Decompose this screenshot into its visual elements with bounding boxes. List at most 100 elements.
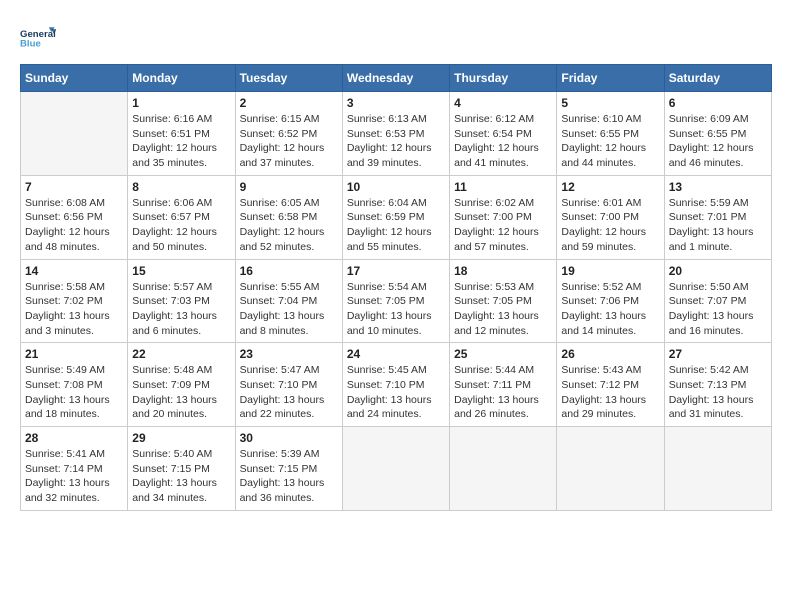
calendar-cell: 20 Sunrise: 5:50 AM Sunset: 7:07 PM Dayl… xyxy=(664,259,771,343)
calendar-cell: 4 Sunrise: 6:12 AM Sunset: 6:54 PM Dayli… xyxy=(450,92,557,176)
calendar-cell xyxy=(664,427,771,511)
day-info: Sunrise: 5:55 AM Sunset: 7:04 PM Dayligh… xyxy=(240,280,338,339)
day-info: Sunrise: 5:59 AM Sunset: 7:01 PM Dayligh… xyxy=(669,196,767,255)
calendar-cell: 5 Sunrise: 6:10 AM Sunset: 6:55 PM Dayli… xyxy=(557,92,664,176)
day-number: 4 xyxy=(454,96,552,110)
day-number: 24 xyxy=(347,347,445,361)
day-number: 27 xyxy=(669,347,767,361)
calendar-cell: 26 Sunrise: 5:43 AM Sunset: 7:12 PM Dayl… xyxy=(557,343,664,427)
calendar-header-saturday: Saturday xyxy=(664,65,771,92)
day-info: Sunrise: 6:16 AM Sunset: 6:51 PM Dayligh… xyxy=(132,112,230,171)
day-info: Sunrise: 5:41 AM Sunset: 7:14 PM Dayligh… xyxy=(25,447,123,506)
day-number: 15 xyxy=(132,264,230,278)
calendar-cell: 8 Sunrise: 6:06 AM Sunset: 6:57 PM Dayli… xyxy=(128,175,235,259)
calendar-header-monday: Monday xyxy=(128,65,235,92)
calendar-cell: 12 Sunrise: 6:01 AM Sunset: 7:00 PM Dayl… xyxy=(557,175,664,259)
calendar-cell: 17 Sunrise: 5:54 AM Sunset: 7:05 PM Dayl… xyxy=(342,259,449,343)
day-info: Sunrise: 5:43 AM Sunset: 7:12 PM Dayligh… xyxy=(561,363,659,422)
calendar-cell: 16 Sunrise: 5:55 AM Sunset: 7:04 PM Dayl… xyxy=(235,259,342,343)
calendar-header-wednesday: Wednesday xyxy=(342,65,449,92)
day-info: Sunrise: 5:53 AM Sunset: 7:05 PM Dayligh… xyxy=(454,280,552,339)
day-number: 9 xyxy=(240,180,338,194)
calendar-week-row: 21 Sunrise: 5:49 AM Sunset: 7:08 PM Dayl… xyxy=(21,343,772,427)
day-number: 13 xyxy=(669,180,767,194)
calendar-header-thursday: Thursday xyxy=(450,65,557,92)
calendar-cell: 30 Sunrise: 5:39 AM Sunset: 7:15 PM Dayl… xyxy=(235,427,342,511)
day-info: Sunrise: 6:15 AM Sunset: 6:52 PM Dayligh… xyxy=(240,112,338,171)
day-number: 28 xyxy=(25,431,123,445)
day-number: 16 xyxy=(240,264,338,278)
page-header: General Blue xyxy=(20,20,772,56)
calendar-cell: 1 Sunrise: 6:16 AM Sunset: 6:51 PM Dayli… xyxy=(128,92,235,176)
day-info: Sunrise: 6:06 AM Sunset: 6:57 PM Dayligh… xyxy=(132,196,230,255)
day-info: Sunrise: 5:58 AM Sunset: 7:02 PM Dayligh… xyxy=(25,280,123,339)
day-number: 26 xyxy=(561,347,659,361)
day-info: Sunrise: 5:48 AM Sunset: 7:09 PM Dayligh… xyxy=(132,363,230,422)
day-info: Sunrise: 5:42 AM Sunset: 7:13 PM Dayligh… xyxy=(669,363,767,422)
calendar-cell: 29 Sunrise: 5:40 AM Sunset: 7:15 PM Dayl… xyxy=(128,427,235,511)
calendar-week-row: 7 Sunrise: 6:08 AM Sunset: 6:56 PM Dayli… xyxy=(21,175,772,259)
day-info: Sunrise: 5:57 AM Sunset: 7:03 PM Dayligh… xyxy=(132,280,230,339)
day-number: 7 xyxy=(25,180,123,194)
calendar-cell: 11 Sunrise: 6:02 AM Sunset: 7:00 PM Dayl… xyxy=(450,175,557,259)
day-info: Sunrise: 5:40 AM Sunset: 7:15 PM Dayligh… xyxy=(132,447,230,506)
calendar-cell: 21 Sunrise: 5:49 AM Sunset: 7:08 PM Dayl… xyxy=(21,343,128,427)
calendar-cell xyxy=(342,427,449,511)
day-info: Sunrise: 6:12 AM Sunset: 6:54 PM Dayligh… xyxy=(454,112,552,171)
day-info: Sunrise: 5:45 AM Sunset: 7:10 PM Dayligh… xyxy=(347,363,445,422)
day-info: Sunrise: 6:02 AM Sunset: 7:00 PM Dayligh… xyxy=(454,196,552,255)
day-number: 30 xyxy=(240,431,338,445)
day-number: 3 xyxy=(347,96,445,110)
calendar-cell: 18 Sunrise: 5:53 AM Sunset: 7:05 PM Dayl… xyxy=(450,259,557,343)
calendar-cell xyxy=(21,92,128,176)
calendar-header-friday: Friday xyxy=(557,65,664,92)
day-info: Sunrise: 6:13 AM Sunset: 6:53 PM Dayligh… xyxy=(347,112,445,171)
day-number: 21 xyxy=(25,347,123,361)
day-number: 1 xyxy=(132,96,230,110)
day-info: Sunrise: 5:39 AM Sunset: 7:15 PM Dayligh… xyxy=(240,447,338,506)
calendar-cell: 22 Sunrise: 5:48 AM Sunset: 7:09 PM Dayl… xyxy=(128,343,235,427)
calendar-cell: 3 Sunrise: 6:13 AM Sunset: 6:53 PM Dayli… xyxy=(342,92,449,176)
day-info: Sunrise: 6:05 AM Sunset: 6:58 PM Dayligh… xyxy=(240,196,338,255)
calendar-header-sunday: Sunday xyxy=(21,65,128,92)
day-number: 5 xyxy=(561,96,659,110)
day-number: 25 xyxy=(454,347,552,361)
day-info: Sunrise: 6:09 AM Sunset: 6:55 PM Dayligh… xyxy=(669,112,767,171)
calendar-cell: 19 Sunrise: 5:52 AM Sunset: 7:06 PM Dayl… xyxy=(557,259,664,343)
calendar-cell: 9 Sunrise: 6:05 AM Sunset: 6:58 PM Dayli… xyxy=(235,175,342,259)
calendar-cell xyxy=(557,427,664,511)
calendar-cell: 6 Sunrise: 6:09 AM Sunset: 6:55 PM Dayli… xyxy=(664,92,771,176)
logo: General Blue xyxy=(20,20,56,56)
day-number: 12 xyxy=(561,180,659,194)
day-number: 6 xyxy=(669,96,767,110)
day-info: Sunrise: 6:01 AM Sunset: 7:00 PM Dayligh… xyxy=(561,196,659,255)
day-number: 29 xyxy=(132,431,230,445)
day-info: Sunrise: 6:04 AM Sunset: 6:59 PM Dayligh… xyxy=(347,196,445,255)
calendar-cell: 23 Sunrise: 5:47 AM Sunset: 7:10 PM Dayl… xyxy=(235,343,342,427)
day-number: 17 xyxy=(347,264,445,278)
day-info: Sunrise: 5:49 AM Sunset: 7:08 PM Dayligh… xyxy=(25,363,123,422)
day-number: 8 xyxy=(132,180,230,194)
calendar-header-row: SundayMondayTuesdayWednesdayThursdayFrid… xyxy=(21,65,772,92)
logo-svg-icon: General Blue xyxy=(20,20,56,56)
calendar-cell: 7 Sunrise: 6:08 AM Sunset: 6:56 PM Dayli… xyxy=(21,175,128,259)
day-number: 14 xyxy=(25,264,123,278)
day-number: 18 xyxy=(454,264,552,278)
day-info: Sunrise: 6:08 AM Sunset: 6:56 PM Dayligh… xyxy=(25,196,123,255)
day-number: 20 xyxy=(669,264,767,278)
day-info: Sunrise: 6:10 AM Sunset: 6:55 PM Dayligh… xyxy=(561,112,659,171)
day-number: 22 xyxy=(132,347,230,361)
calendar-cell xyxy=(450,427,557,511)
calendar-cell: 13 Sunrise: 5:59 AM Sunset: 7:01 PM Dayl… xyxy=(664,175,771,259)
day-number: 23 xyxy=(240,347,338,361)
day-info: Sunrise: 5:44 AM Sunset: 7:11 PM Dayligh… xyxy=(454,363,552,422)
calendar-cell: 25 Sunrise: 5:44 AM Sunset: 7:11 PM Dayl… xyxy=(450,343,557,427)
calendar-cell: 2 Sunrise: 6:15 AM Sunset: 6:52 PM Dayli… xyxy=(235,92,342,176)
calendar-cell: 27 Sunrise: 5:42 AM Sunset: 7:13 PM Dayl… xyxy=(664,343,771,427)
day-number: 10 xyxy=(347,180,445,194)
svg-text:Blue: Blue xyxy=(20,38,41,49)
calendar-cell: 15 Sunrise: 5:57 AM Sunset: 7:03 PM Dayl… xyxy=(128,259,235,343)
day-info: Sunrise: 5:52 AM Sunset: 7:06 PM Dayligh… xyxy=(561,280,659,339)
calendar-cell: 24 Sunrise: 5:45 AM Sunset: 7:10 PM Dayl… xyxy=(342,343,449,427)
calendar-week-row: 28 Sunrise: 5:41 AM Sunset: 7:14 PM Dayl… xyxy=(21,427,772,511)
